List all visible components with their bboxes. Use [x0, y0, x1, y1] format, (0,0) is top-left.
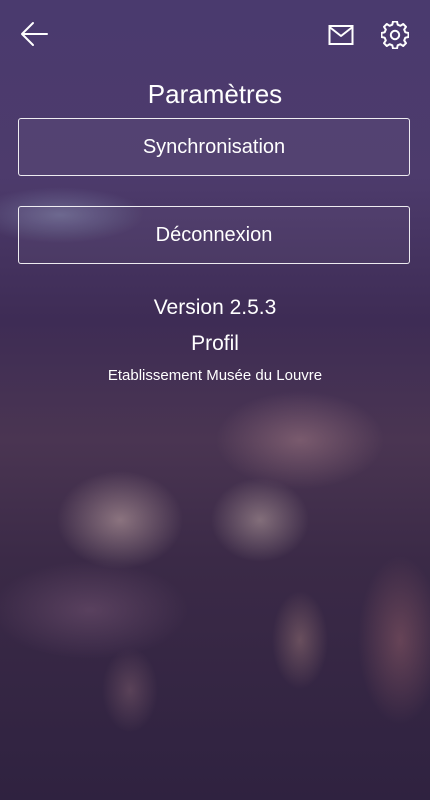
logout-button-label: Déconnexion — [155, 223, 273, 246]
establishment-text: Etablissement Musée du Louvre — [107, 367, 323, 384]
sync-button[interactable]: Synchronisation — [18, 118, 410, 176]
version-text: Version 2.5.3 — [153, 296, 277, 319]
mail-button[interactable] — [322, 18, 360, 52]
back-button[interactable] — [14, 16, 54, 52]
top-bar — [0, 0, 430, 70]
gear-icon — [381, 21, 409, 49]
mail-icon — [328, 25, 354, 45]
arrow-left-icon — [21, 22, 48, 46]
page-title: Paramètres — [147, 79, 283, 109]
logout-button[interactable]: Déconnexion — [18, 206, 410, 264]
sync-button-label: Synchronisation — [142, 135, 286, 158]
settings-button[interactable] — [376, 16, 414, 54]
profile-heading: Profil — [191, 332, 239, 355]
